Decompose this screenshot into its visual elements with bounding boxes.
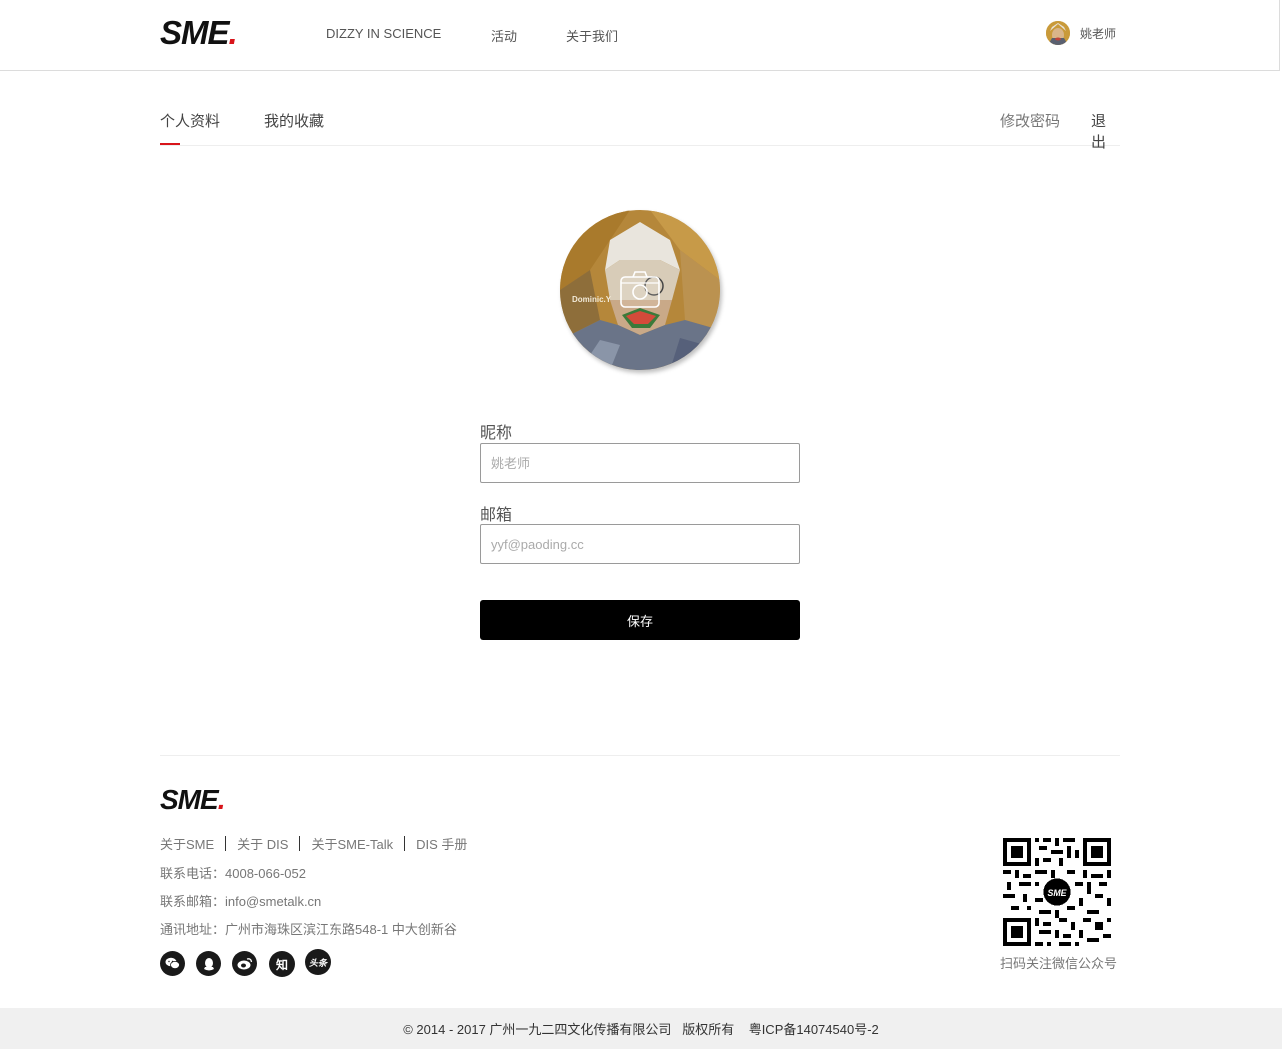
profile-avatar-upload[interactable]: Dominic.Y <box>560 210 720 370</box>
footer-link-about-sme-talk[interactable]: 关于SME-Talk <box>311 834 393 853</box>
footer-link-about-dis[interactable]: 关于 DIS <box>237 834 288 853</box>
email-input[interactable] <box>480 524 800 564</box>
user-name[interactable]: 姚老师 <box>1080 25 1116 42</box>
user-menu[interactable]: 姚老师 <box>1045 21 1116 45</box>
toutiao-icon-text: 头条 <box>308 957 327 968</box>
footer-link-separator <box>299 836 301 851</box>
weibo-icon[interactable] <box>232 951 257 976</box>
logout-link[interactable]: 退出 <box>1091 110 1120 152</box>
zhihu-icon[interactable]: 知 <box>269 951 295 977</box>
nav-dizzy-in-science[interactable]: DIZZY IN SCIENCE <box>326 26 441 41</box>
tab-profile[interactable]: 个人资料 <box>160 110 220 131</box>
nav-activities[interactable]: 活动 <box>491 26 517 45</box>
email-label: 邮箱 <box>480 507 513 524</box>
qr-center-logo: SME <box>1047 888 1067 898</box>
footer-link-about-sme[interactable]: 关于SME <box>160 834 214 853</box>
wechat-qr-code: SME <box>1003 838 1111 946</box>
camera-icon <box>620 271 660 308</box>
save-button[interactable]: 保存 <box>480 600 800 640</box>
footer-divider <box>160 755 1120 756</box>
footer-links: 关于SME 关于 DIS 关于SME-Talk DIS 手册 <box>160 834 467 853</box>
copyright-bar: © 2014 - 2017 广州一九二四文化传播有限公司 版权所有 粤ICP备1… <box>0 1008 1282 1049</box>
active-tab-indicator <box>160 143 180 145</box>
footer-logo[interactable]: SME. <box>160 784 226 816</box>
footer-link-dis-manual[interactable]: DIS 手册 <box>416 834 467 853</box>
nickname-input[interactable] <box>480 443 800 483</box>
profile-tabs: 个人资料 我的收藏 修改密码 退出 <box>160 100 1120 151</box>
zhihu-icon-text: 知 <box>275 957 288 972</box>
header-logo[interactable]: SME. <box>160 14 238 52</box>
user-avatar[interactable] <box>1045 21 1070 45</box>
tab-favorites[interactable]: 我的收藏 <box>264 110 324 131</box>
qq-icon[interactable] <box>196 951 221 976</box>
footer-link-separator <box>225 836 227 851</box>
toutiao-icon[interactable]: 头条 <box>305 949 331 975</box>
qr-caption: 扫码关注微信公众号 <box>1000 956 1118 971</box>
top-header: SME. DIZZY IN SCIENCE 活动 关于我们 姚老师 <box>0 0 1280 71</box>
nickname-label: 昵称 <box>480 425 513 442</box>
header-logo-dot: . <box>228 14 238 51</box>
footer-phone: 联系电话：4008-066-052 <box>160 866 306 881</box>
change-password-link[interactable]: 修改密码 <box>1000 110 1060 131</box>
footer-link-separator <box>404 836 406 851</box>
wechat-icon[interactable] <box>160 951 185 976</box>
footer-logo-dot: . <box>217 784 226 815</box>
avatar-watermark: Dominic.Y <box>572 295 612 304</box>
footer-logo-text: SME <box>160 784 219 815</box>
copyright-text: © 2014 - 2017 广州一九二四文化传播有限公司 版权所有 粤ICP备1… <box>403 1022 879 1037</box>
nav-about-us[interactable]: 关于我们 <box>566 26 618 45</box>
header-logo-text: SME <box>160 14 230 51</box>
footer-address: 通讯地址：广州市海珠区滨江东路548-1 中大创新谷 <box>160 922 457 937</box>
footer-email: 联系邮箱：info@smetalk.cn <box>160 894 322 909</box>
